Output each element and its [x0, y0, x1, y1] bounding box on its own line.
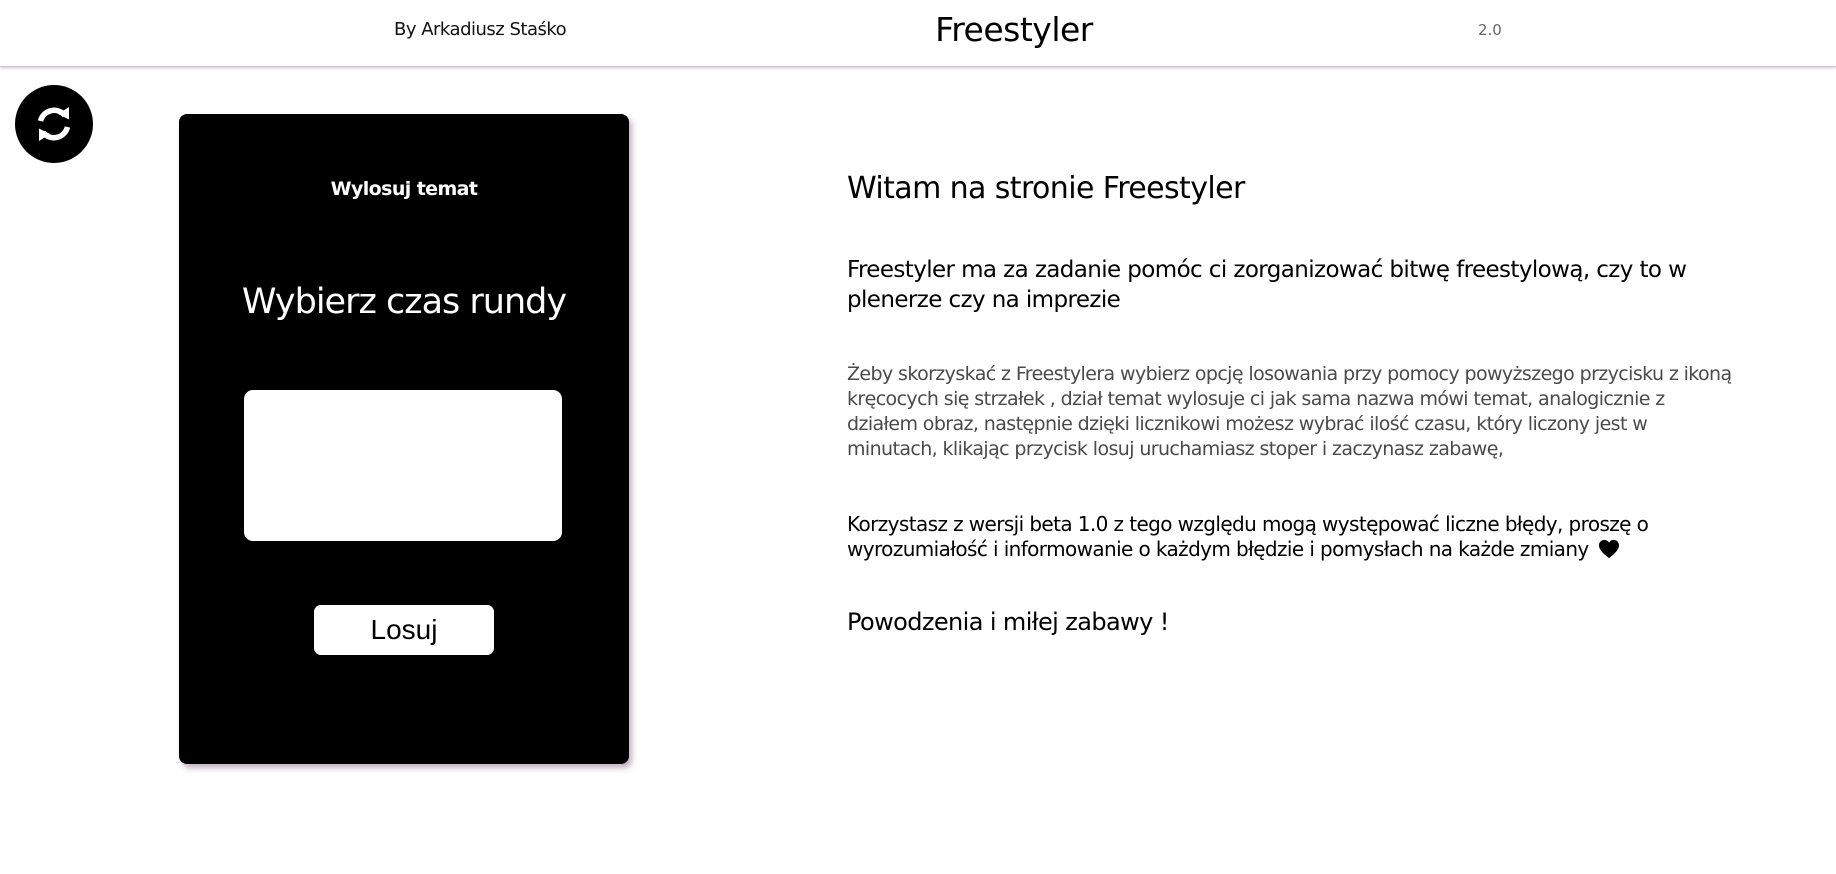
draw-button[interactable]: Losuj [314, 605, 494, 655]
app-title: Freestyler [935, 10, 1093, 49]
refresh-button[interactable] [15, 85, 93, 163]
round-time-label: Wybierz czas rundy [241, 282, 567, 322]
round-time-input[interactable] [244, 390, 562, 541]
topic-card: Wylosuj temat Wybierz czas rundy Losuj [179, 114, 629, 764]
draw-topic-link[interactable]: Wylosuj temat [179, 178, 629, 200]
main-content: Witam na stronie Freestyler Freestyler m… [847, 166, 1737, 637]
version-label: 2.0 [1478, 21, 1502, 39]
beta-notice: Korzystasz z wersji beta 1.0 z tego wzgl… [847, 512, 1737, 562]
welcome-heading: Witam na stronie Freestyler [847, 171, 1245, 206]
good-luck-text: Powodzenia i miłej zabawy ! [847, 608, 1169, 636]
refresh-icon [37, 107, 71, 141]
top-header: By Arkadiusz Staśko Freestyler 2.0 [0, 0, 1836, 67]
instructions-text: Żeby skorzyskać z Freestylera wybierz op… [847, 363, 1732, 460]
heart-icon [1599, 539, 1620, 559]
beta-notice-text: Korzystasz z wersji beta 1.0 z tego wzgl… [847, 512, 1649, 561]
intro-text: Freestyler ma za zadanie pomóc ci zorgan… [847, 257, 1687, 313]
